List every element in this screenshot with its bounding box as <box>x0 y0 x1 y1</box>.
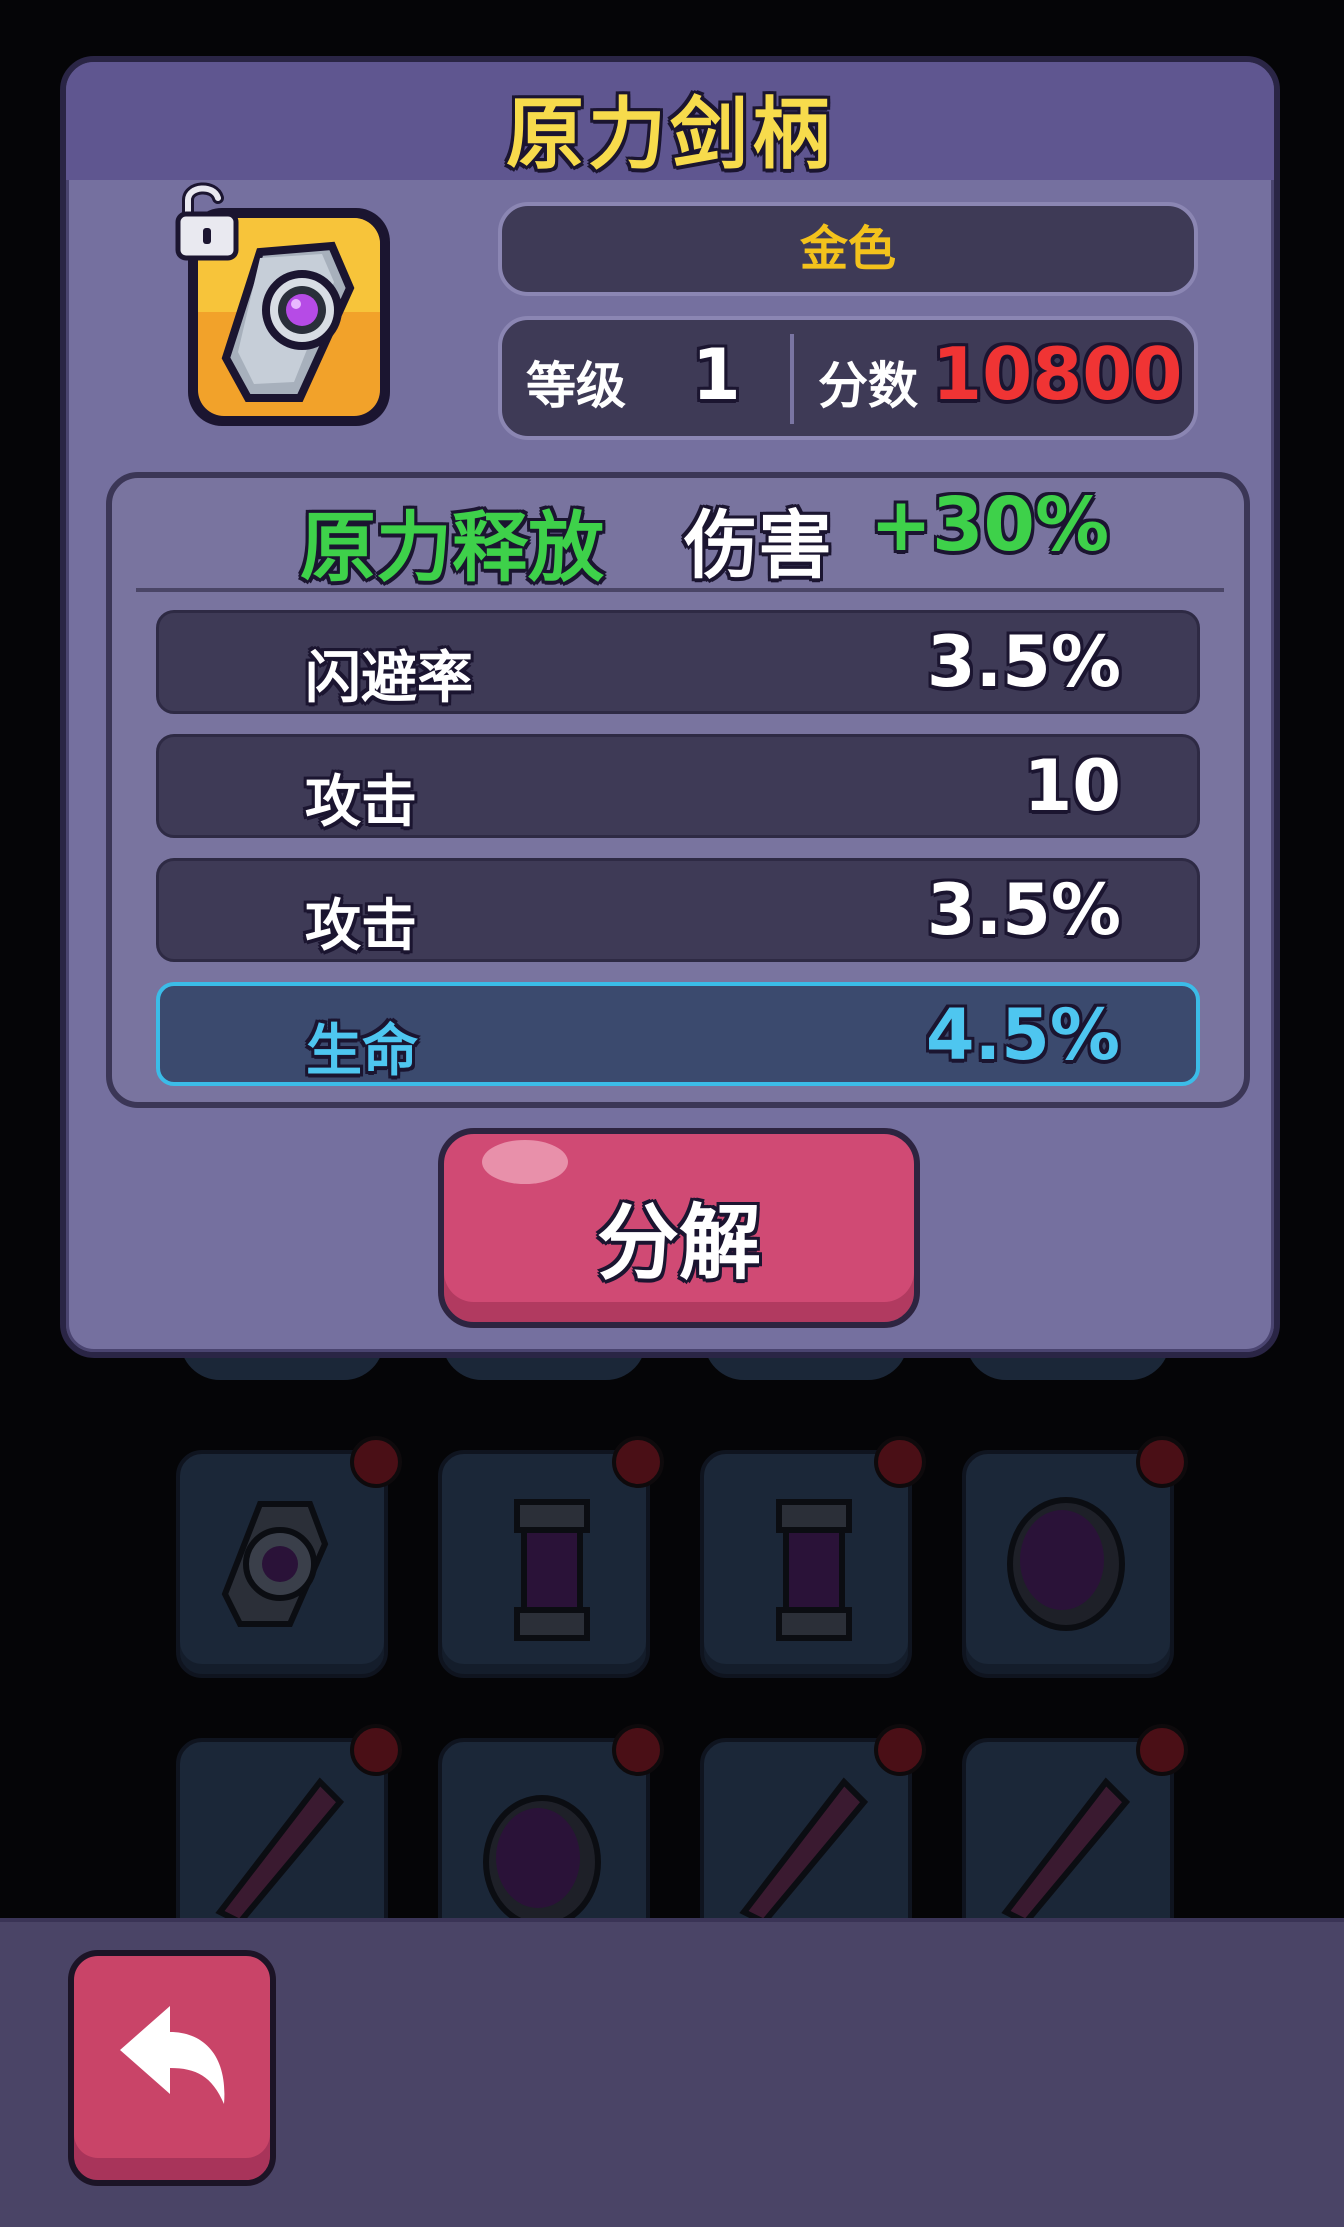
decompose-button[interactable]: 分解 <box>438 1128 920 1328</box>
level-score-box: 等级 1 分数 10800 <box>498 316 1198 440</box>
inventory-grid <box>0 1330 1344 1966</box>
attribute-row: 攻击 10 <box>156 734 1200 838</box>
decompose-label: 分解 <box>596 1196 761 1291</box>
score-label: 分数 <box>818 357 918 415</box>
attribute-panel: 原力释放 伤害 +30% 闪避率 3.5% 攻击 10 攻击 3.5% 生命 4… <box>106 472 1250 1108</box>
attribute-row: 攻击 3.5% <box>156 858 1200 962</box>
inventory-slot[interactable] <box>962 1436 1188 1678</box>
attribute-label: 闪避率 <box>305 646 473 711</box>
divider <box>136 588 1224 592</box>
attribute-row: 闪避率 3.5% <box>156 610 1200 714</box>
score-value: 10800 <box>932 332 1183 416</box>
divider <box>790 334 794 424</box>
attribute-row-highlighted: 生命 4.5% <box>156 982 1200 1086</box>
item-name: 原力剑柄 <box>505 90 834 180</box>
attribute-value: 3.5% <box>926 621 1121 703</box>
attribute-value: 3.5% <box>926 869 1121 951</box>
back-button[interactable] <box>68 1950 276 2186</box>
hilt-icon <box>221 1501 329 1627</box>
crystal-lens-icon <box>1007 1497 1125 1631</box>
rarity-label: 金色 <box>498 202 1198 296</box>
set-bonus-effect-label: 伤害 <box>684 503 832 589</box>
level-value: 1 <box>692 334 741 416</box>
inventory-slot[interactable] <box>700 1436 926 1678</box>
inventory-slot[interactable] <box>438 1436 664 1678</box>
back-arrow-icon <box>120 2006 225 2104</box>
blade-icon <box>1001 1777 1131 1926</box>
attribute-label: 攻击 <box>305 770 417 835</box>
set-bonus-name: 原力释放 <box>300 503 604 592</box>
level-label: 等级 <box>526 357 626 415</box>
attribute-label: 生命 <box>306 1019 418 1084</box>
blade-icon <box>739 1777 869 1926</box>
attribute-value: 4.5% <box>925 994 1120 1076</box>
attribute-value: 10 <box>1023 745 1121 827</box>
core-icon <box>776 1499 852 1641</box>
inventory-slot[interactable] <box>176 1436 402 1678</box>
core-icon <box>514 1499 590 1641</box>
item-detail-popup: 原力剑柄 金色 等级 1 分数 10800 原力释放 伤害 +30% 闪避率 3… <box>60 56 1280 1358</box>
attribute-label: 攻击 <box>305 894 417 959</box>
blade-icon <box>215 1777 345 1926</box>
crystal-lens-icon <box>483 1795 601 1929</box>
set-bonus-effect-value: +30% <box>870 482 1110 568</box>
unlocked-padlock-icon[interactable] <box>172 180 242 262</box>
